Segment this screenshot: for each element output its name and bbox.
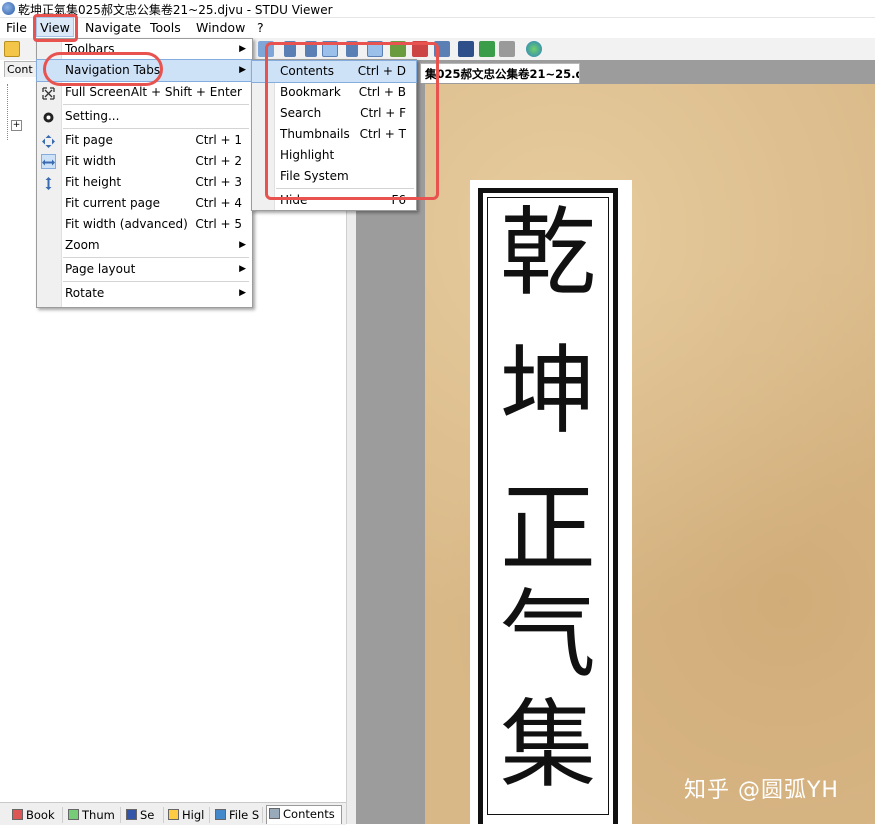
- settings-icon: [42, 110, 55, 123]
- fullscreen-icon: [42, 86, 55, 100]
- menu-item-label: Fit current page: [65, 196, 160, 210]
- annotation-highlight-navigation-tabs: [43, 52, 163, 86]
- menu-item-fit-width-advanced[interactable]: Fit width (advanced) Ctrl + 5: [37, 214, 252, 235]
- globe-icon[interactable]: [526, 41, 542, 57]
- annotation-highlight-submenu: [265, 42, 439, 200]
- submenu-arrow-icon: ▶: [239, 65, 246, 75]
- cover-char: 集: [500, 689, 596, 801]
- open-folder-icon[interactable]: [4, 41, 20, 57]
- menu-item-label: Fit width: [65, 154, 116, 168]
- menu-item-page-layout[interactable]: Page layout ▶: [37, 259, 252, 280]
- cover-char: 乾: [500, 197, 596, 309]
- submenu-arrow-icon: ▶: [239, 264, 246, 274]
- tab-label: Contents: [283, 807, 335, 821]
- contents-panel-tab[interactable]: Cont: [4, 61, 40, 77]
- menu-item-zoom[interactable]: Zoom ▶: [37, 235, 252, 256]
- menu-item-rotate[interactable]: Rotate ▶: [37, 283, 252, 304]
- tab-label: Se: [140, 808, 155, 822]
- fit-page-icon: [42, 134, 55, 148]
- menu-item-fit-height[interactable]: Fit height Ctrl + 3: [37, 172, 252, 193]
- document-tab[interactable]: 集025郝文忠公集卷21~25.djvu: [420, 63, 580, 83]
- menu-item-fit-current-page[interactable]: Fit current page Ctrl + 4: [37, 193, 252, 214]
- menu-separator: [63, 128, 249, 129]
- book-icon: [12, 809, 23, 820]
- file-system-icon: [215, 809, 226, 820]
- tab-label: Thum: [82, 808, 115, 822]
- tab-search[interactable]: Se: [124, 807, 164, 823]
- swap-arrows-icon[interactable]: [479, 41, 495, 57]
- menu-window[interactable]: Window: [196, 20, 245, 35]
- submenu-arrow-icon: ▶: [239, 44, 246, 54]
- highlight-icon: [168, 809, 179, 820]
- tab-contents[interactable]: Contents: [266, 805, 342, 824]
- menu-separator: [63, 257, 249, 258]
- bottom-tab-bar: Book Thum Se Higl File S Contents: [0, 802, 346, 825]
- menu-item-shortcut: Ctrl + 1: [195, 133, 242, 147]
- tab-book[interactable]: Book: [10, 807, 63, 823]
- fit-width-icon: [41, 154, 56, 169]
- watermark: 知乎 @圆弧YH: [684, 778, 839, 803]
- tab-highlight[interactable]: Higl: [166, 807, 210, 823]
- menu-item-label: Fit width (advanced): [65, 217, 188, 231]
- tab-label: File S: [229, 808, 260, 822]
- tree-expand-icon[interactable]: +: [11, 120, 22, 131]
- menu-separator: [63, 281, 249, 282]
- menu-item-fit-width[interactable]: Fit width Ctrl + 2: [37, 151, 252, 172]
- tab-label: Book: [26, 808, 55, 822]
- tab-file-system[interactable]: File S: [213, 807, 263, 823]
- menu-item-label: Rotate: [65, 286, 105, 300]
- menu-item-shortcut: Ctrl + 5: [195, 217, 242, 231]
- submenu-arrow-icon: ▶: [239, 240, 246, 250]
- copy-icon[interactable]: [499, 41, 515, 57]
- title-bar: 乾坤正氣集025郝文忠公集卷21~25.djvu - STDU Viewer: [0, 0, 875, 18]
- contents-icon: [269, 808, 280, 819]
- menu-item-label: Fit height: [65, 175, 122, 189]
- tree-connector: [7, 84, 9, 140]
- cover-char: 正: [500, 473, 596, 585]
- binoculars-icon[interactable]: [458, 41, 474, 57]
- menu-file[interactable]: File: [6, 20, 27, 35]
- submenu-arrow-icon: ▶: [239, 288, 246, 298]
- annotation-highlight-view: [33, 14, 78, 42]
- menu-item-shortcut: Ctrl + 4: [195, 196, 242, 210]
- fit-height-icon: [42, 176, 55, 190]
- menu-bar: File View Navigate Tools Window ?: [0, 17, 875, 38]
- tab-thumbnails[interactable]: Thum: [66, 807, 121, 823]
- menu-item-setting[interactable]: Setting...: [37, 106, 252, 127]
- cover-char: 气: [500, 579, 596, 691]
- menu-item-label: Fit page: [65, 133, 113, 147]
- app-icon: [2, 2, 15, 15]
- cover-char: 坤: [500, 335, 596, 447]
- menu-tools[interactable]: Tools: [150, 20, 181, 35]
- binoculars-icon: [126, 809, 137, 820]
- menu-item-label: Setting...: [65, 109, 120, 123]
- menu-separator: [63, 104, 249, 105]
- menu-item-shortcut: Ctrl + 3: [195, 175, 242, 189]
- menu-item-shortcut: Ctrl + 2: [195, 154, 242, 168]
- menu-item-label: Page layout: [65, 262, 136, 276]
- thumbnails-icon: [68, 809, 79, 820]
- tab-label: Higl: [182, 808, 205, 822]
- menu-navigate[interactable]: Navigate: [85, 20, 141, 35]
- menu-item-label: Zoom: [65, 238, 100, 252]
- menu-help[interactable]: ?: [257, 20, 264, 35]
- menu-item-fit-page[interactable]: Fit page Ctrl + 1: [37, 130, 252, 151]
